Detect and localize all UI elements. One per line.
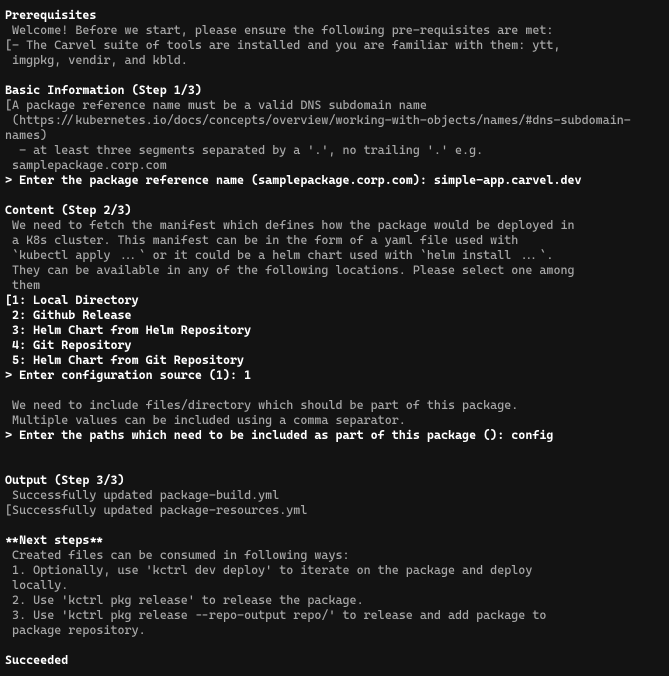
next-line: 2. Use 'kctrl pkg release' to release th… [5,593,664,608]
status-line: Succeeded [5,653,664,668]
content-option: 3: Helm Chart from Helm Repository [5,323,664,338]
content-option: 5: Helm Chart from Git Repository [5,353,664,368]
content-line: We need to include files/directory which… [5,398,664,413]
next-line: package repository. [5,623,664,638]
prereq-line: Welcome! Before we start, please ensure … [5,23,664,38]
basic-line: samplepackage.corp.com [5,158,664,173]
basic-line: [A package reference name must be a vali… [5,98,664,113]
next-line: 3. Use 'kctrl pkg release --repo-output … [5,608,664,623]
content-line: a K8s cluster. This manifest can be in t… [5,233,664,248]
basic-heading: Basic Information (Step 1/3) [5,83,664,98]
prereq-line: imgpkg, vendir, and kbld. [5,53,664,68]
content-heading: Content (Step 2/3) [5,203,664,218]
content-line: We need to fetch the manifest which defi… [5,218,664,233]
content-line: `kubectl apply ...` or it could be a hel… [5,248,664,263]
content-option: [1: Local Directory [5,293,664,308]
content-prompt: > Enter configuration source (1): 1 [5,368,664,383]
next-line: 1. Optionally, use 'kctrl dev deploy' to… [5,563,664,578]
next-line: Created files can be consumed in followi… [5,548,664,563]
content-option: 4: Git Repository [5,338,664,353]
basic-line: (https://kubernetes.io/docs/concepts/ove… [5,113,664,143]
content-option: 2: Github Release [5,308,664,323]
prereq-heading: Prerequisites [5,8,664,23]
basic-prompt: > Enter the package reference name (samp… [5,173,664,188]
content-line: They can be available in any of the foll… [5,263,664,278]
output-line: [Successfully updated package-resources.… [5,503,664,518]
terminal-output: Prerequisites Welcome! Before we start, … [5,8,664,668]
output-line: Successfully updated package-build.yml [5,488,664,503]
output-heading: Output (Step 3/3) [5,473,664,488]
next-line: locally. [5,578,664,593]
content-prompt: > Enter the paths which need to be inclu… [5,428,664,443]
basic-line: - at least three segments separated by a… [5,143,664,158]
next-heading: **Next steps** [5,533,664,548]
prereq-line: [- The Carvel suite of tools are install… [5,38,664,53]
content-line: them [5,278,664,293]
content-line: Multiple values can be included using a … [5,413,664,428]
